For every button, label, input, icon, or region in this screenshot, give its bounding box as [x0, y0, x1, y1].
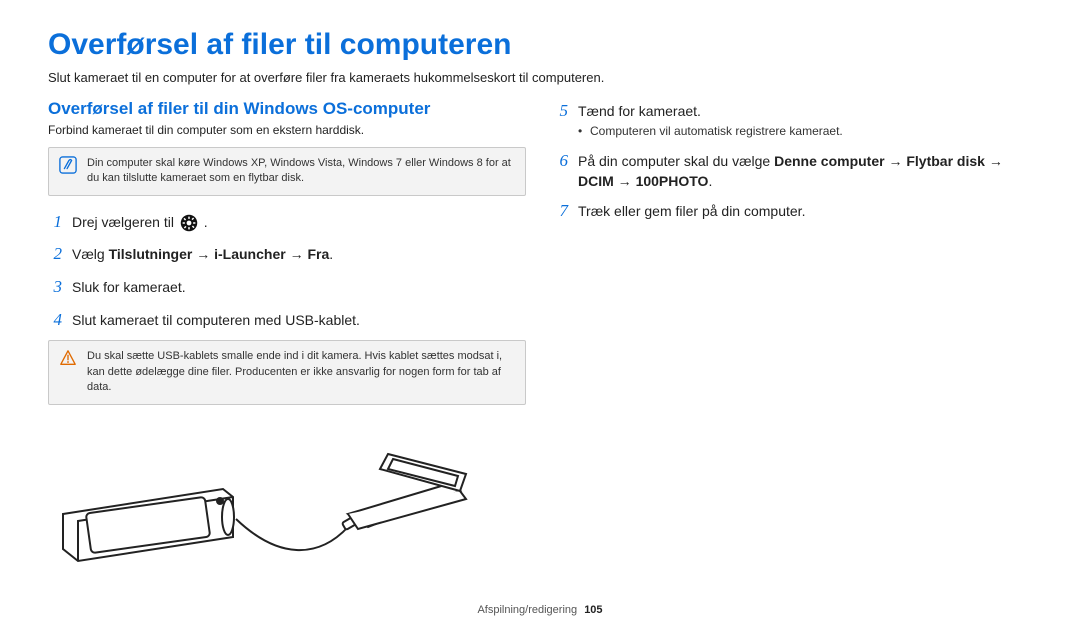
step-2: 2 Vælg Tilslutninger → i-Launcher → Fra.: [48, 242, 526, 267]
step-body: Træk eller gem filer på din computer.: [578, 201, 1032, 221]
step-5: 5 Tænd for kameraet. Computeren vil auto…: [554, 99, 1032, 141]
step-body: Vælg Tilslutninger → i-Launcher → Fra.: [72, 244, 526, 264]
step-number: 7: [554, 199, 568, 224]
page-title: Overførsel af filer til computeren: [48, 28, 1032, 62]
step-body: Slut kameraet til computeren med USB-kab…: [72, 310, 526, 330]
step-1: 1 Drej vælgeren til .: [48, 210, 526, 235]
arrow: →: [614, 173, 636, 189]
gear-icon: [180, 214, 198, 232]
right-column: 5 Tænd for kameraet. Computeren vil auto…: [554, 99, 1032, 574]
left-column: Overførsel af filer til din Windows OS-c…: [48, 99, 526, 574]
bold-path: Fra: [307, 246, 329, 262]
page-footer: Afspilning/redigering 105: [0, 604, 1080, 616]
step-4: 4 Slut kameraet til computeren med USB-k…: [48, 308, 526, 333]
bold-path: i-Launcher: [214, 246, 286, 262]
step-number: 3: [48, 275, 62, 300]
step-body: Sluk for kameraet.: [72, 277, 526, 297]
step-body: På din computer skal du vælge Denne comp…: [578, 151, 1032, 192]
step-text: .: [204, 214, 208, 230]
section-heading: Overførsel af filer til din Windows OS-c…: [48, 99, 526, 119]
warning-icon: [59, 349, 77, 367]
step-number: 6: [554, 149, 568, 174]
step-text: Drej vælgeren til: [72, 214, 178, 230]
step-number: 5: [554, 99, 568, 124]
manual-page: Overførsel af filer til computeren Slut …: [0, 0, 1080, 630]
step-text: På din computer skal du vælge: [578, 153, 774, 169]
page-number: 105: [584, 604, 602, 616]
step-number: 1: [48, 210, 62, 235]
step-text: .: [708, 173, 712, 189]
bold-path: Flytbar disk: [906, 153, 985, 169]
step-body: Tænd for kameraet. Computeren vil automa…: [578, 101, 1032, 141]
sub-bullet: Computeren vil automatisk registrere kam…: [578, 123, 1032, 140]
step-number: 4: [48, 308, 62, 333]
step-body: Drej vælgeren til .: [72, 212, 526, 232]
info-icon: [59, 156, 77, 174]
step-text: Tænd for kameraet.: [578, 103, 701, 119]
intro-text: Slut kameraet til en computer for at ove…: [48, 70, 1032, 85]
section-subtext: Forbind kameraet til din computer som en…: [48, 123, 526, 137]
steps-list-right: 5 Tænd for kameraet. Computeren vil auto…: [554, 99, 1032, 224]
arrow: →: [286, 246, 308, 262]
warning-text: Du skal sætte USB-kablets smalle ende in…: [87, 349, 515, 395]
sub-bullet-list: Computeren vil automatisk registrere kam…: [578, 123, 1032, 140]
footer-section: Afspilning/redigering: [477, 604, 577, 616]
warning-callout: Du skal sætte USB-kablets smalle ende in…: [48, 340, 526, 404]
bold-path: Denne computer: [774, 153, 884, 169]
info-callout: Din computer skal køre Windows XP, Windo…: [48, 147, 526, 196]
bold-path: 100PHOTO: [636, 173, 709, 189]
steps-list-left: 1 Drej vælgeren til . 2 Vælg Tilslutning…: [48, 210, 526, 333]
info-text: Din computer skal køre Windows XP, Windo…: [87, 156, 515, 187]
arrow: →: [885, 153, 907, 169]
step-7: 7 Træk eller gem filer på din computer.: [554, 199, 1032, 224]
step-text: .: [329, 246, 333, 262]
two-column-layout: Overførsel af filer til din Windows OS-c…: [48, 99, 1032, 574]
bold-path: Tilslutninger: [109, 246, 193, 262]
bold-path: DCIM: [578, 173, 614, 189]
arrow: →: [192, 246, 214, 262]
illustration: [48, 419, 526, 574]
arrow: →: [985, 153, 1003, 169]
step-number: 2: [48, 242, 62, 267]
step-3: 3 Sluk for kameraet.: [48, 275, 526, 300]
step-text: Vælg: [72, 246, 109, 262]
step-6: 6 På din computer skal du vælge Denne co…: [554, 149, 1032, 192]
